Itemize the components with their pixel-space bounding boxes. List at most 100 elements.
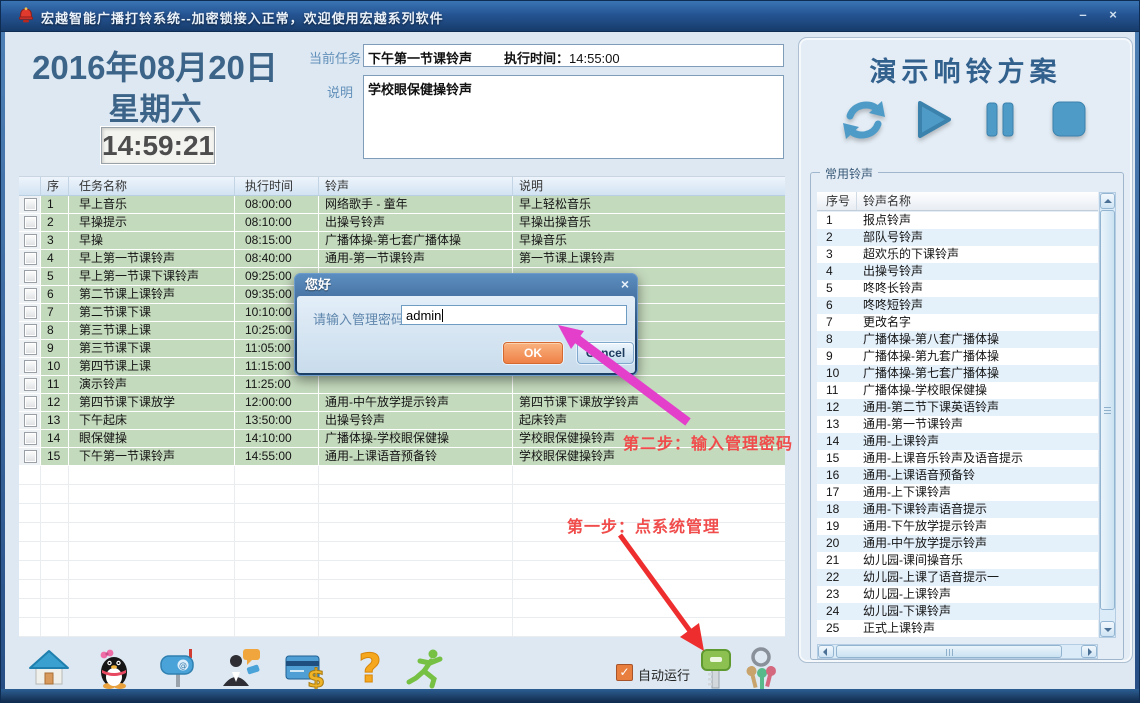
row-checkbox[interactable] <box>24 414 37 427</box>
ringtone-list-item[interactable]: 4 出操号铃声 <box>817 263 1098 280</box>
current-task-field[interactable]: 下午第一节课铃声 执行时间：14:55:00 <box>363 44 784 67</box>
ringtone-name: 广播体操-第九套广播体操 <box>857 348 999 365</box>
ringtone-list-item[interactable]: 6 咚咚短铃声 <box>817 297 1098 314</box>
stop-button[interactable] <box>1044 96 1092 148</box>
password-input[interactable]: admin <box>401 305 627 325</box>
mailbox-button[interactable]: @ <box>156 646 200 690</box>
qq-button[interactable] <box>92 646 136 690</box>
row-checkbox[interactable] <box>24 216 37 229</box>
ringtone-list-item[interactable]: 16 通用-上课语音预备铃 <box>817 467 1098 484</box>
ringtone-list-item[interactable]: 12 通用-第二节下课英语铃声 <box>817 399 1098 416</box>
cell-exec-time: 08:40:00 <box>235 250 319 267</box>
scroll-right-icon[interactable] <box>1081 645 1097 658</box>
keyring-button[interactable] <box>741 647 781 693</box>
cell-exec-time: 14:10:00 <box>235 430 319 447</box>
cancel-button[interactable]: Cancel <box>577 342 634 364</box>
row-checkbox[interactable] <box>24 432 37 445</box>
contact-button[interactable] <box>220 646 264 690</box>
ringtone-list-item[interactable]: 20 通用-中午放学提示铃声 <box>817 535 1098 552</box>
refresh-button[interactable] <box>840 96 888 148</box>
ringtone-vscrollbar[interactable] <box>1099 192 1116 638</box>
ringtone-list-item[interactable]: 15 通用-上课音乐铃声及语音提示 <box>817 450 1098 467</box>
ringtone-list-item[interactable]: 7 更改名字 <box>817 314 1098 331</box>
row-checkbox[interactable] <box>24 360 37 373</box>
ringtone-list-item[interactable]: 8 广播体操-第八套广播体操 <box>817 331 1098 348</box>
ringtone-list-item[interactable]: 3 超欢乐的下课铃声 <box>817 246 1098 263</box>
row-checkbox[interactable] <box>24 306 37 319</box>
table-row[interactable]: 12 第四节课下课放学 12:00:00 通用-中午放学提示铃声 第四节课下课放… <box>19 394 785 411</box>
ringtone-name: 幼儿园-课间操音乐 <box>857 552 963 569</box>
demo-panel: 演示响铃方案 常用铃声 序号 铃声名称 <box>798 37 1133 663</box>
exit-button[interactable] <box>403 646 447 690</box>
auto-run-checkbox[interactable]: ✓ <box>616 664 633 681</box>
minimize-button[interactable]: – <box>1073 6 1093 24</box>
row-checkbox[interactable] <box>24 252 37 265</box>
system-manage-button[interactable] <box>699 647 735 691</box>
table-row[interactable]: 13 下午起床 13:50:00 出操号铃声 起床铃声 <box>19 412 785 429</box>
table-row[interactable]: 2 早操提示 08:10:00 出操号铃声 早操出操音乐 <box>19 214 785 231</box>
ringtone-list-item[interactable]: 11 广播体操-学校眼保健操 <box>817 382 1098 399</box>
ringtone-name: 通用-中午放学提示铃声 <box>857 535 987 552</box>
scroll-down-icon[interactable] <box>1100 621 1115 637</box>
ringtone-list-item[interactable]: 25 正式上课铃声 <box>817 620 1098 637</box>
cell-num: 9 <box>41 340 69 357</box>
ringtone-list-item[interactable]: 13 通用-第一节课铃声 <box>817 416 1098 433</box>
ringtone-list-item[interactable]: 5 咚咚长铃声 <box>817 280 1098 297</box>
ringtone-list-item[interactable]: 9 广播体操-第九套广播体操 <box>817 348 1098 365</box>
ringtone-list-item[interactable]: 24 幼儿园-下课铃声 <box>817 603 1098 620</box>
row-checkbox[interactable] <box>24 396 37 409</box>
row-checkbox[interactable] <box>24 342 37 355</box>
row-checkbox[interactable] <box>24 234 37 247</box>
close-button[interactable]: × <box>1103 6 1123 24</box>
cell-num: 2 <box>41 214 69 231</box>
table-row[interactable]: 1 早上音乐 08:00:00 网络歌手 - 童年 早上轻松音乐 <box>19 196 785 213</box>
ringtone-num: 6 <box>817 297 857 314</box>
ringtone-name: 正式上课铃声 <box>857 620 935 637</box>
row-checkbox[interactable] <box>24 324 37 337</box>
cell-task-name: 第三节课下课 <box>69 340 235 357</box>
table-row[interactable]: 11 演示铃声 11:25:00 <box>19 376 785 393</box>
dialog-close-icon[interactable]: × <box>621 276 629 292</box>
scroll-left-icon[interactable] <box>818 645 834 658</box>
pause-button[interactable] <box>976 96 1024 148</box>
description-field[interactable]: 学校眼保健操铃声 <box>363 75 784 159</box>
home-button[interactable] <box>27 646 71 690</box>
ringtone-list-item[interactable]: 1 报点铃声 <box>817 212 1098 229</box>
play-button[interactable] <box>908 96 956 148</box>
ringtone-name: 报点铃声 <box>857 212 911 229</box>
table-row[interactable]: 3 早操 08:15:00 广播体操-第七套广播体操 早操音乐 <box>19 232 785 249</box>
scroll-up-icon[interactable] <box>1100 193 1115 209</box>
hscroll-thumb[interactable] <box>836 645 1062 658</box>
row-checkbox[interactable] <box>24 270 37 283</box>
svg-text:?: ? <box>358 646 381 690</box>
ringtone-list-item[interactable]: 18 通用-下课铃声语音提示 <box>817 501 1098 518</box>
ringtone-list-item[interactable]: 10 广播体操-第七套广播体操 <box>817 365 1098 382</box>
ringtone-name: 幼儿园-上课了语音提示一 <box>857 569 999 586</box>
dialog-body: 请输入管理密码 admin OK Cancel <box>297 296 635 373</box>
ringtone-list-item[interactable]: 19 通用-下午放学提示铃声 <box>817 518 1098 535</box>
ringtone-num: 10 <box>817 365 857 382</box>
ringtone-list-item[interactable]: 14 通用-上课铃声 <box>817 433 1098 450</box>
payment-button[interactable]: $ <box>284 646 328 690</box>
svg-text:@: @ <box>179 661 187 670</box>
cell-task-name: 早操提示 <box>69 214 235 231</box>
empty-table-row <box>19 599 785 618</box>
cell-num: 8 <box>41 322 69 339</box>
vscroll-thumb[interactable] <box>1100 210 1115 610</box>
ringtone-list-item[interactable]: 17 通用-上下课铃声 <box>817 484 1098 501</box>
row-checkbox[interactable] <box>24 378 37 391</box>
ok-button[interactable]: OK <box>503 342 563 364</box>
help-button[interactable]: ? <box>347 646 391 690</box>
table-row[interactable]: 4 早上第一节课铃声 08:40:00 通用-第一节课铃声 第一节课上课铃声 <box>19 250 785 267</box>
ringtone-list-item[interactable]: 21 幼儿园-课间操音乐 <box>817 552 1098 569</box>
row-checkbox[interactable] <box>24 198 37 211</box>
ringtone-hscrollbar[interactable] <box>817 644 1098 659</box>
ringtone-name: 通用-上课语音预备铃 <box>857 467 975 484</box>
cell-ringtone: 出操号铃声 <box>319 214 513 231</box>
row-checkbox[interactable] <box>24 450 37 463</box>
ringtone-list-item[interactable]: 23 幼儿园-上课铃声 <box>817 586 1098 603</box>
password-dialog: 您好 × 请输入管理密码 admin OK Cancel <box>294 273 638 376</box>
ringtone-list-item[interactable]: 22 幼儿园-上课了语音提示一 <box>817 569 1098 586</box>
ringtone-list-item[interactable]: 2 部队号铃声 <box>817 229 1098 246</box>
row-checkbox[interactable] <box>24 288 37 301</box>
